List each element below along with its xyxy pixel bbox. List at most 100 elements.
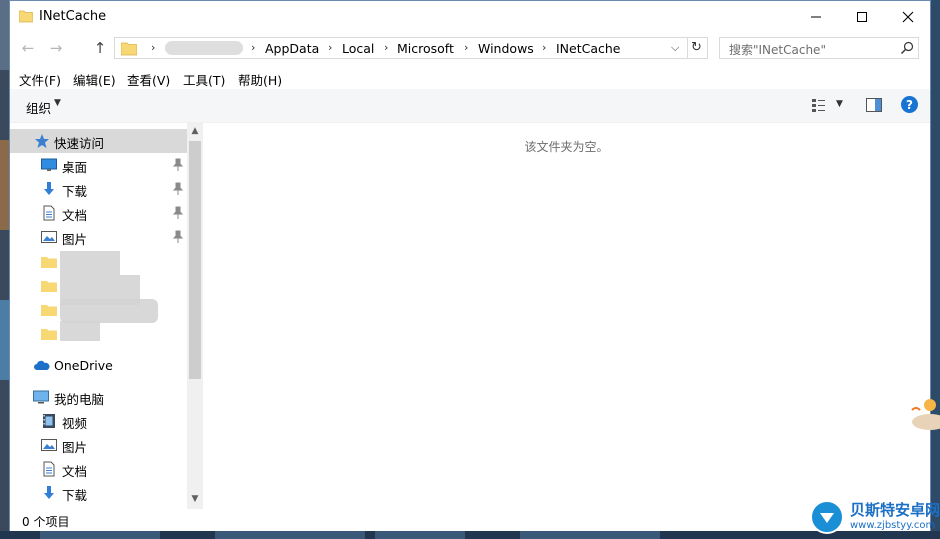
folder-icon[interactable] <box>41 278 57 294</box>
sidebar-item-quick-access[interactable]: 快速访问 <box>10 129 187 153</box>
folder-icon[interactable] <box>41 302 57 318</box>
sidebar-item-pc-downloads[interactable]: 下载 <box>10 481 187 505</box>
item-count: 0 个项目 <box>22 515 70 529</box>
preview-pane-icon[interactable] <box>866 98 882 112</box>
breadcrumb-separator: › <box>328 41 333 54</box>
view-dropdown-icon[interactable]: ▼ <box>836 99 843 109</box>
back-arrow-icon: ← <box>21 39 35 57</box>
breadcrumb-separator: › <box>151 41 156 54</box>
up-button[interactable]: ↑ <box>89 37 111 59</box>
minimize-icon <box>811 16 821 17</box>
scroll-down-button[interactable]: ▼ <box>187 491 203 507</box>
pin-icon[interactable] <box>172 230 184 244</box>
pin-icon[interactable] <box>172 182 184 196</box>
picture-icon <box>41 231 57 243</box>
search-icon[interactable] <box>900 41 914 55</box>
help-glyph: ? <box>906 97 913 112</box>
sidebar-item-onedrive[interactable]: OneDrive <box>10 354 187 378</box>
desktop-left-edge <box>0 0 9 539</box>
sidebar-item-documents[interactable]: 文档 <box>10 201 187 225</box>
sidebar-item-videos[interactable]: 视频 <box>10 409 187 433</box>
breadcrumb-inetcache[interactable]: INetCache <box>556 41 621 56</box>
address-bar[interactable]: › › AppData › Local › Microsoft › Window… <box>114 37 708 59</box>
breadcrumb-separator: › <box>251 41 256 54</box>
up-arrow-icon: ↑ <box>93 39 107 57</box>
menu-help[interactable]: 帮助(H) <box>238 70 282 89</box>
picture-icon <box>41 439 57 451</box>
redacted-user-segment <box>165 41 243 55</box>
forward-arrow-icon: → <box>49 39 63 57</box>
scrollbar-thumb[interactable] <box>189 141 201 379</box>
view-options-icon[interactable] <box>811 97 827 113</box>
breadcrumb-appdata[interactable]: AppData <box>265 41 319 56</box>
document-icon <box>43 461 55 477</box>
sidebar-item-downloads[interactable]: 下载 <box>10 177 187 201</box>
forward-button[interactable]: → <box>45 37 67 59</box>
breadcrumb-microsoft[interactable]: Microsoft <box>397 41 454 56</box>
pin-icon[interactable] <box>172 158 184 172</box>
menu-view[interactable]: 查看(V) <box>127 70 170 89</box>
desktop-decoration-icon <box>911 399 940 430</box>
sidebar-item-label: 桌面 <box>62 160 88 175</box>
sidebar-item-pc-pictures[interactable]: 图片 <box>10 433 187 457</box>
sidebar-item-desktop[interactable]: 桌面 <box>10 153 187 177</box>
address-divider <box>687 38 688 58</box>
watermark-badge-icon <box>810 500 844 534</box>
refresh-icon[interactable]: ↻ <box>691 40 702 55</box>
minimize-button[interactable] <box>793 1 839 32</box>
organize-dropdown-icon[interactable]: ▼ <box>54 98 61 108</box>
watermark-title: 贝斯特安卓网 <box>850 501 940 519</box>
sidebar-item-label: 文档 <box>62 208 88 223</box>
breadcrumb-windows[interactable]: Windows <box>478 41 534 56</box>
sidebar-item-label: 快速访问 <box>54 136 105 151</box>
back-button[interactable]: ← <box>17 37 39 59</box>
menu-tools[interactable]: 工具(T) <box>183 70 225 89</box>
watermark-url: www.zjbstyy.com <box>850 520 936 531</box>
folder-icon[interactable] <box>41 254 57 270</box>
watermark-logo: 贝斯特安卓网 www.zjbstyy.com <box>808 497 940 537</box>
navigation-pane: 快速访问 桌面 下载 文档 图片 OneDrive 我的电脑 视频 图片 文档 … <box>10 123 203 509</box>
search-placeholder: 搜索"INetCache" <box>729 43 826 57</box>
file-list-area[interactable]: 该文件夹为空。 <box>203 123 930 509</box>
menu-edit[interactable]: 编辑(E) <box>73 70 116 89</box>
title-bar[interactable]: INetCache <box>10 1 930 32</box>
maximize-button[interactable] <box>839 1 885 32</box>
folder-icon <box>19 10 33 23</box>
sidebar-item-label: 我的电脑 <box>54 392 105 407</box>
sidebar-scrollbar[interactable]: ▲ ▼ <box>187 123 203 509</box>
redacted-folder-name <box>60 299 158 323</box>
video-icon <box>43 414 55 428</box>
sidebar-item-label: 图片 <box>62 232 88 247</box>
explorer-window: INetCache ← → ↑ › › AppData › Local › Mi… <box>9 0 931 531</box>
menu-bar: 文件(F) 编辑(E) 查看(V) 工具(T) 帮助(H) <box>10 67 930 89</box>
sidebar-item-label: OneDrive <box>54 358 113 373</box>
sidebar-item-pictures[interactable]: 图片 <box>10 225 187 249</box>
breadcrumb-local[interactable]: Local <box>342 41 374 56</box>
sidebar-item-label: 文档 <box>62 464 88 479</box>
sidebar-item-label: 下载 <box>62 488 88 503</box>
sidebar-item-pc-documents[interactable]: 文档 <box>10 457 187 481</box>
document-icon <box>43 205 55 221</box>
search-input[interactable]: 搜索"INetCache" <box>719 37 919 59</box>
folder-icon[interactable] <box>41 326 57 342</box>
sidebar-item-label: 图片 <box>62 440 88 455</box>
organize-button[interactable]: 组织 <box>26 98 51 117</box>
help-icon[interactable]: ? <box>901 96 918 113</box>
maximize-icon <box>857 11 867 22</box>
scroll-up-button[interactable]: ▲ <box>187 123 203 139</box>
desktop-icon <box>41 158 57 171</box>
close-icon <box>902 11 914 22</box>
close-button[interactable] <box>885 1 931 32</box>
sidebar-item-label: 下载 <box>62 184 88 199</box>
menu-file[interactable]: 文件(F) <box>19 70 61 89</box>
address-dropdown-icon[interactable]: ⌵ <box>671 41 679 55</box>
sidebar-item-this-pc[interactable]: 我的电脑 <box>10 385 187 409</box>
folder-icon <box>121 42 137 56</box>
breadcrumb-separator: › <box>464 41 469 54</box>
redacted-folder-name <box>60 321 100 341</box>
window-title: INetCache <box>39 9 107 24</box>
computer-icon <box>33 390 49 404</box>
pin-icon[interactable] <box>172 206 184 220</box>
download-icon <box>44 486 54 499</box>
taskbar-strip <box>0 531 940 539</box>
